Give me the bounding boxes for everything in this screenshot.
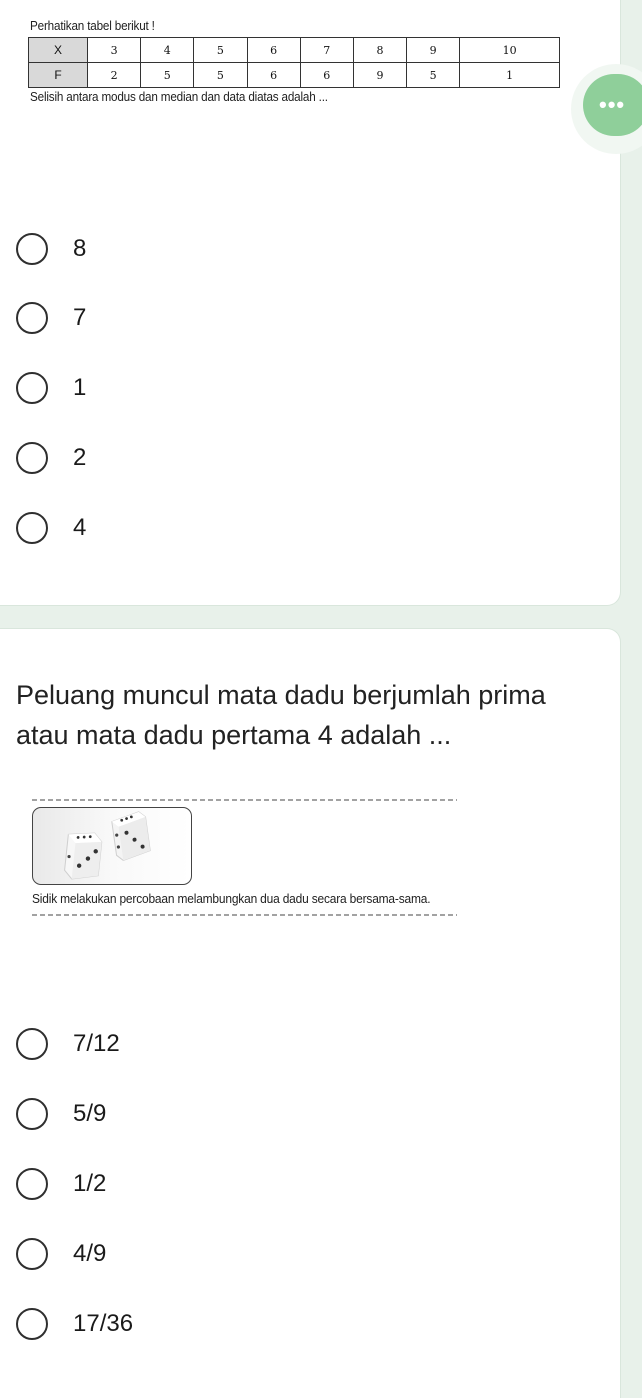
cropped-text-line [32,914,457,916]
table-header-x: X [28,37,88,63]
answer-option-label: 5/9 [73,1100,107,1127]
answer-option-label: 2 [73,444,87,471]
radio-button[interactable] [16,233,48,265]
answer-option-3[interactable]: 1 [16,368,86,408]
table-cell: 6 [246,62,301,88]
table-cell: 10 [459,37,560,63]
table-cell: 9 [406,37,461,63]
table-header-f: F [28,62,88,88]
answer-option-1[interactable]: 7/12 [16,1024,120,1064]
question-1-prompt: Selisih antara modus dan median dan data… [30,89,328,104]
answer-option-3[interactable]: 1/2 [16,1164,106,1204]
table-cell: 1 [459,62,560,88]
answer-option-1[interactable]: 8 [16,229,86,269]
table-cell: 5 [193,62,248,88]
answer-option-5[interactable]: 4 [16,508,86,548]
question-2-caption: Sidik melakukan percobaan melambungkan d… [32,891,431,906]
radio-button[interactable] [16,512,48,544]
radio-button[interactable] [16,442,48,474]
question-1-heading: Perhatikan tabel berikut ! [30,18,155,33]
dice-image [32,807,192,885]
answer-option-label: 4/9 [73,1240,107,1267]
answer-option-label: 1 [73,374,87,401]
answer-option-2[interactable]: 7 [16,298,86,338]
table-row-f: F 2 5 5 6 6 9 5 1 [28,62,560,88]
question-2-title: Peluang muncul mata dadu berjumlah prima… [16,680,546,750]
answer-option-4[interactable]: 2 [16,438,86,478]
answer-option-label: 4 [73,514,87,541]
more-dots-icon: ••• [599,92,626,117]
table-cell: 2 [86,62,142,88]
radio-button[interactable] [16,302,48,334]
radio-button[interactable] [16,1028,48,1060]
answer-option-label: 7/12 [73,1030,120,1057]
radio-button[interactable] [16,1168,48,1200]
table-cell: 6 [299,62,354,88]
table-cell: 6 [246,37,301,63]
table-cell: 4 [140,37,195,63]
answer-option-2[interactable]: 5/9 [16,1094,106,1134]
answer-option-5[interactable]: 17/36 [16,1304,133,1344]
table-cell: 9 [352,62,408,88]
answer-option-label: 17/36 [73,1310,134,1337]
question-card-1: Perhatikan tabel berikut ! X 3 4 5 6 7 8… [0,0,621,606]
more-options-button[interactable]: ••• [583,74,642,136]
table-cell: 5 [406,62,461,88]
radio-button[interactable] [16,372,48,404]
dice-icon [64,811,151,880]
question-1-image: Perhatikan tabel berikut ! X 3 4 5 6 7 8… [28,18,563,104]
answer-option-4[interactable]: 4/9 [16,1234,106,1274]
table-cell: 3 [86,37,142,63]
table-cell: 5 [193,37,248,63]
answer-option-label: 7 [73,304,87,331]
question-card-2: Peluang muncul mata dadu berjumlah prima… [0,628,621,1398]
table-cell: 8 [352,37,408,63]
answer-option-label: 8 [73,235,87,262]
radio-button[interactable] [16,1308,48,1340]
answer-option-label: 1/2 [73,1170,107,1197]
table-cell: 7 [299,37,354,63]
table-cell: 5 [140,62,195,88]
radio-button[interactable] [16,1238,48,1270]
radio-button[interactable] [16,1098,48,1130]
cropped-text-line [32,799,457,801]
table-row-x: X 3 4 5 6 7 8 9 10 [28,37,560,63]
frequency-table: X 3 4 5 6 7 8 9 10 F 2 5 5 6 6 9 5 1 [28,37,560,88]
